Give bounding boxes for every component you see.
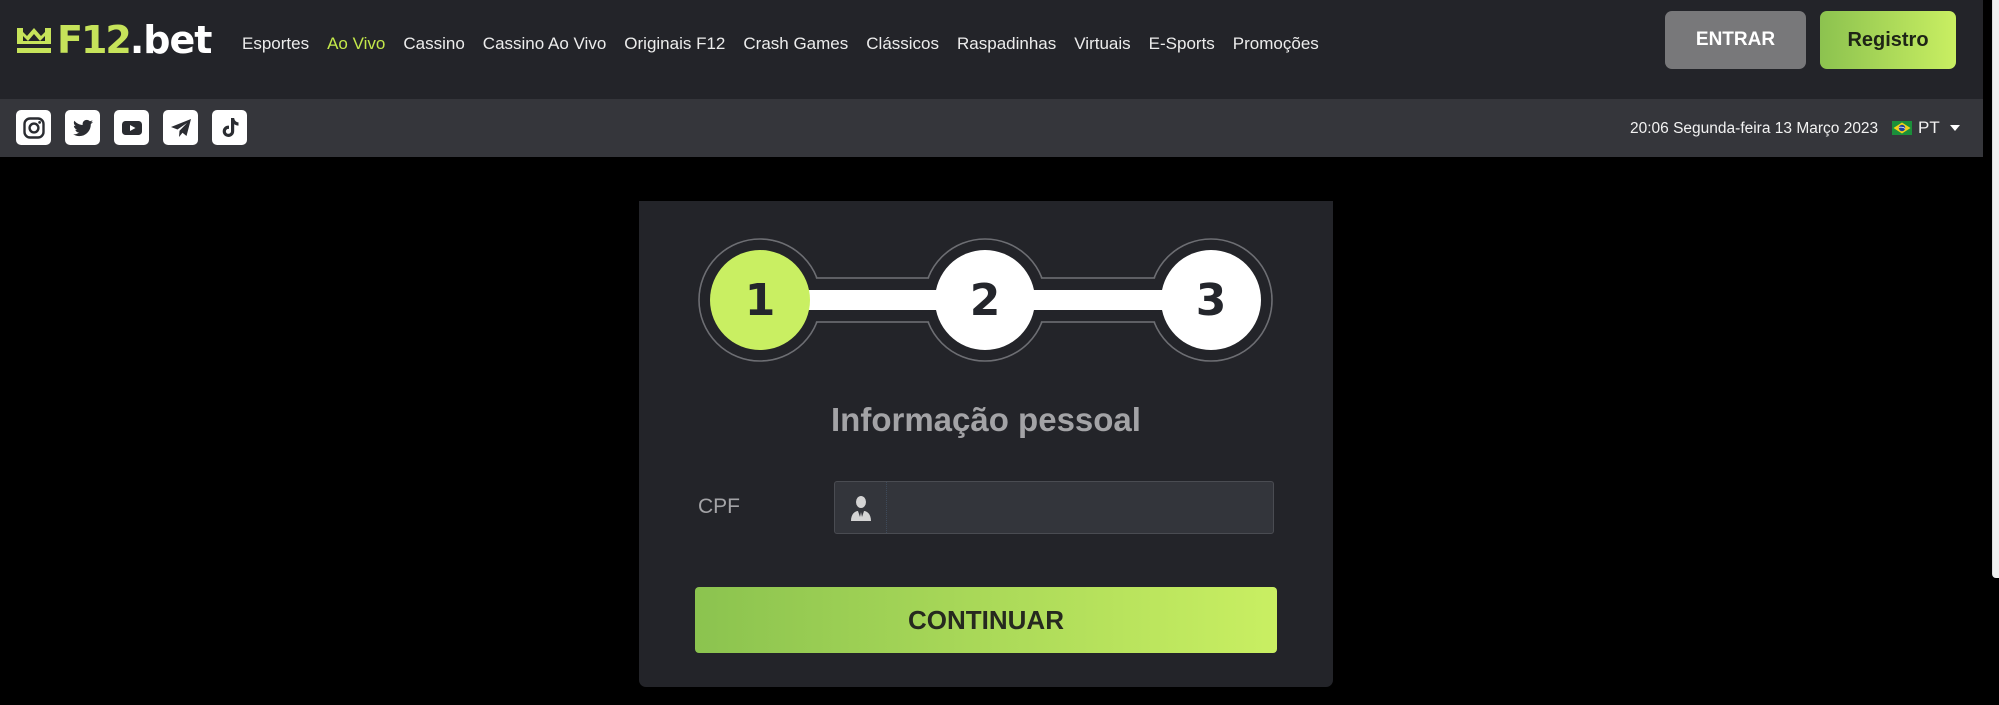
cpf-label: CPF xyxy=(698,495,740,518)
step-indicator: 1 2 3 xyxy=(639,201,1333,381)
user-icon-wrapper xyxy=(835,482,887,533)
nav-cassino-ao-vivo[interactable]: Cassino Ao Vivo xyxy=(483,34,606,54)
nav-cassino[interactable]: Cassino xyxy=(403,34,464,54)
twitter-icon xyxy=(72,119,93,136)
main-nav: Esportes Ao Vivo Cassino Cassino Ao Vivo… xyxy=(242,31,1337,57)
youtube-link[interactable] xyxy=(114,110,149,145)
tiktok-link[interactable] xyxy=(212,110,247,145)
continue-button[interactable]: CONTINUAR xyxy=(695,587,1277,653)
logo[interactable]: F12 .bet xyxy=(15,18,213,62)
page: F12 .bet Esportes Ao Vivo Cassino Cassin… xyxy=(0,0,1999,705)
cpf-field xyxy=(834,481,1274,534)
telegram-link[interactable] xyxy=(163,110,198,145)
tiktok-icon xyxy=(222,117,238,137)
user-icon xyxy=(850,495,871,521)
logo-bet: .bet xyxy=(129,18,213,62)
instagram-link[interactable] xyxy=(16,110,51,145)
step-1-number: 1 xyxy=(744,274,776,326)
nav-ao-vivo[interactable]: Ao Vivo xyxy=(327,34,385,54)
telegram-icon xyxy=(170,118,191,137)
sub-header: 20:06 Segunda-feira 13 Março 2023 PT xyxy=(0,99,1983,157)
nav-promocoes[interactable]: Promoções xyxy=(1233,34,1319,54)
step-2-number: 2 xyxy=(969,274,1001,326)
register-button[interactable]: Registro xyxy=(1820,11,1956,69)
registration-panel: 1 2 3 Informação pessoal CPF CONTINUAR xyxy=(639,201,1333,687)
social-links xyxy=(16,110,247,145)
nav-esportes[interactable]: Esportes xyxy=(242,34,309,54)
cpf-input[interactable] xyxy=(887,482,1273,533)
logo-f12: F12 xyxy=(57,18,132,62)
crown-icon xyxy=(17,28,51,53)
section-title: Informação pessoal xyxy=(831,401,1141,438)
twitter-link[interactable] xyxy=(65,110,100,145)
current-datetime: 20:06 Segunda-feira 13 Março 2023 xyxy=(1630,120,1879,137)
nav-classicos[interactable]: Clássicos xyxy=(866,34,939,54)
brazil-flag-icon xyxy=(1892,121,1912,135)
nav-virtuais[interactable]: Virtuais xyxy=(1074,34,1130,54)
instagram-icon xyxy=(22,116,45,139)
language-selector[interactable]: PT xyxy=(1892,118,1960,138)
login-button[interactable]: ENTRAR xyxy=(1665,11,1806,69)
top-header: F12 .bet Esportes Ao Vivo Cassino Cassin… xyxy=(0,0,1983,99)
nav-crash-games[interactable]: Crash Games xyxy=(743,34,848,54)
nav-originais-f12[interactable]: Originais F12 xyxy=(624,34,725,54)
chevron-down-icon xyxy=(1949,125,1960,131)
nav-e-sports[interactable]: E-Sports xyxy=(1149,34,1215,54)
youtube-icon xyxy=(121,120,142,135)
step-3-number: 3 xyxy=(1195,274,1227,326)
page-scrollbar[interactable] xyxy=(1992,0,1999,578)
language-code: PT xyxy=(1918,118,1940,137)
nav-raspadinhas[interactable]: Raspadinhas xyxy=(957,34,1056,54)
